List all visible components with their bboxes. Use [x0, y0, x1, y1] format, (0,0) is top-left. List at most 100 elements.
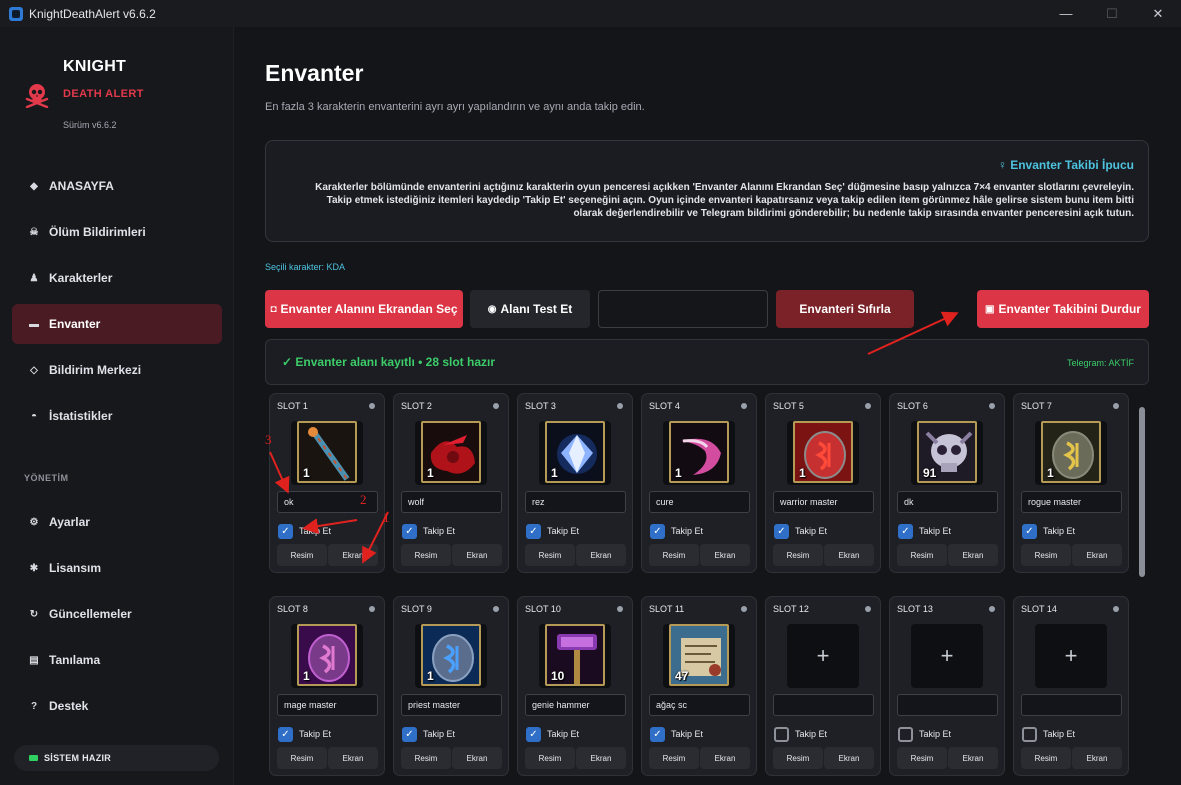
track-toggle[interactable]: ✓ Takip Et — [278, 726, 331, 742]
track-checkbox[interactable]: ✓ — [402, 726, 417, 742]
screen-button[interactable]: Ekran — [328, 544, 378, 566]
track-checkbox[interactable]: ✓ — [278, 523, 293, 539]
nav-item-support[interactable]: ? Destek — [12, 686, 222, 726]
track-checkbox[interactable]: ✓ — [650, 726, 665, 742]
image-button[interactable]: Resim — [897, 747, 947, 769]
slot-item-frame[interactable]: 10 — [539, 624, 611, 688]
track-toggle[interactable]: ✓ Takip Et — [650, 523, 703, 539]
nav-item-license[interactable]: ✱ Lisansım — [12, 548, 222, 588]
track-toggle[interactable]: ✓ Takip Et — [1022, 523, 1075, 539]
track-checkbox[interactable]: ✓ — [526, 726, 541, 742]
item-name-input[interactable] — [401, 694, 502, 716]
slot-item-frame[interactable]: 1 — [539, 421, 611, 485]
screen-button[interactable]: Ekran — [1072, 747, 1122, 769]
screen-button[interactable]: Ekran — [824, 544, 874, 566]
item-name-input[interactable] — [277, 694, 378, 716]
image-button[interactable]: Resim — [525, 747, 575, 769]
slot-item-frame[interactable]: 1 — [787, 421, 859, 485]
slot-item-frame[interactable]: + — [787, 624, 859, 688]
slot-item-frame[interactable]: 1 — [291, 421, 363, 485]
item-name-input[interactable] — [1021, 491, 1122, 513]
stop-tracking-button[interactable]: ▣ Envanter Takibini Durdur — [977, 290, 1149, 328]
image-button[interactable]: Resim — [649, 544, 699, 566]
screen-button[interactable]: Ekran — [700, 747, 750, 769]
slot-item-frame[interactable]: + — [1035, 624, 1107, 688]
reset-inventory-button[interactable]: Envanteri Sıfırla — [776, 290, 914, 328]
image-button[interactable]: Resim — [401, 747, 451, 769]
image-button[interactable]: Resim — [401, 544, 451, 566]
image-button[interactable]: Resim — [649, 747, 699, 769]
item-name-input[interactable] — [773, 491, 874, 513]
minimize-button[interactable]: — — [1043, 0, 1089, 27]
nav-item-notification-center[interactable]: ◇ Bildirim Merkezi — [12, 350, 222, 390]
nav-item-updates[interactable]: ↻ Güncellemeler — [12, 594, 222, 634]
track-checkbox[interactable] — [774, 726, 789, 742]
track-toggle[interactable]: ✓ Takip Et — [278, 523, 331, 539]
item-name-input[interactable] — [897, 491, 998, 513]
slot-item-frame[interactable]: 1 — [291, 624, 363, 688]
nav-item-inventory[interactable]: ▬ Envanter — [12, 304, 222, 344]
slot-item-frame[interactable]: + — [911, 624, 983, 688]
track-checkbox[interactable]: ✓ — [278, 726, 293, 742]
item-name-input[interactable] — [277, 491, 378, 513]
add-item-icon[interactable]: + — [911, 624, 983, 688]
screen-button[interactable]: Ekran — [576, 544, 626, 566]
scrollbar-thumb[interactable] — [1139, 407, 1145, 577]
image-button[interactable]: Resim — [773, 747, 823, 769]
item-name-input[interactable] — [401, 491, 502, 513]
screen-button[interactable]: Ekran — [824, 747, 874, 769]
slot-item-frame[interactable]: 1 — [415, 624, 487, 688]
image-button[interactable]: Resim — [1021, 747, 1071, 769]
screen-button[interactable]: Ekran — [576, 747, 626, 769]
track-checkbox[interactable]: ✓ — [402, 523, 417, 539]
image-button[interactable]: Resim — [1021, 544, 1071, 566]
screen-button[interactable]: Ekran — [452, 544, 502, 566]
image-button[interactable]: Resim — [277, 544, 327, 566]
image-button[interactable]: Resim — [773, 544, 823, 566]
item-name-input[interactable] — [1021, 694, 1122, 716]
slot-item-frame[interactable]: 1 — [663, 421, 735, 485]
nav-item-death-notifications[interactable]: ☠ Ölüm Bildirimleri — [12, 212, 222, 252]
track-toggle[interactable]: ✓ Takip Et — [898, 523, 951, 539]
item-name-input[interactable] — [649, 694, 750, 716]
screen-button[interactable]: Ekran — [328, 747, 378, 769]
area-input-field[interactable] — [598, 290, 768, 328]
add-item-icon[interactable]: + — [1035, 624, 1107, 688]
item-name-input[interactable] — [897, 694, 998, 716]
track-toggle[interactable]: ✓ Takip Et — [526, 523, 579, 539]
track-toggle[interactable]: Takip Et — [774, 726, 827, 742]
item-name-input[interactable] — [773, 694, 874, 716]
track-checkbox[interactable] — [1022, 726, 1037, 742]
nav-item-statistics[interactable]: ◓ İstatistikler — [12, 396, 222, 436]
maximize-button[interactable]: ☐ — [1089, 0, 1135, 27]
test-area-button[interactable]: ◉ Alanı Test Et — [470, 290, 590, 328]
close-button[interactable]: ✕ — [1135, 0, 1181, 27]
nav-item-diagnostics[interactable]: ▤ Tanılama — [12, 640, 222, 680]
track-toggle[interactable]: ✓ Takip Et — [402, 726, 455, 742]
item-name-input[interactable] — [525, 491, 626, 513]
slot-item-frame[interactable]: 1 — [415, 421, 487, 485]
slot-item-frame[interactable]: 91 — [911, 421, 983, 485]
track-checkbox[interactable]: ✓ — [898, 523, 913, 539]
track-toggle[interactable]: ✓ Takip Et — [526, 726, 579, 742]
track-checkbox[interactable] — [898, 726, 913, 742]
track-toggle[interactable]: ✓ Takip Et — [774, 523, 827, 539]
track-checkbox[interactable]: ✓ — [650, 523, 665, 539]
image-button[interactable]: Resim — [277, 747, 327, 769]
screen-button[interactable]: Ekran — [948, 747, 998, 769]
screen-button[interactable]: Ekran — [452, 747, 502, 769]
item-name-input[interactable] — [649, 491, 750, 513]
track-checkbox[interactable]: ✓ — [774, 523, 789, 539]
slot-item-frame[interactable]: 1 — [1035, 421, 1107, 485]
nav-item-settings[interactable]: ⚙ Ayarlar — [12, 502, 222, 542]
slot-item-frame[interactable]: 47 — [663, 624, 735, 688]
item-name-input[interactable] — [525, 694, 626, 716]
screen-button[interactable]: Ekran — [700, 544, 750, 566]
track-checkbox[interactable]: ✓ — [1022, 523, 1037, 539]
track-toggle[interactable]: ✓ Takip Et — [650, 726, 703, 742]
add-item-icon[interactable]: + — [787, 624, 859, 688]
screen-button[interactable]: Ekran — [1072, 544, 1122, 566]
image-button[interactable]: Resim — [525, 544, 575, 566]
select-area-button[interactable]: ◘ Envanter Alanını Ekrandan Seç — [265, 290, 463, 328]
scrollbar[interactable] — [1138, 397, 1146, 785]
